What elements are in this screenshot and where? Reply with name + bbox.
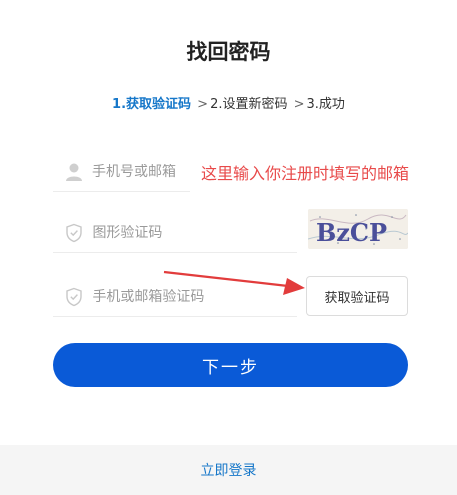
captcha-image[interactable]: BzCP — [308, 209, 408, 249]
captcha-field — [53, 213, 297, 253]
recover-password-page: 找回密码 1.获取验证码 >2.设置新密码 >3.成功 这里输入你注册时填写的邮… — [0, 0, 457, 495]
shield-check-icon — [65, 286, 83, 308]
page-title: 找回密码 — [186, 40, 271, 64]
account-input[interactable] — [92, 163, 190, 180]
annotation-hint: 这里输入你注册时填写的邮箱 — [201, 164, 410, 183]
captcha-text: BzCP — [316, 218, 387, 247]
annotation-arrow — [163, 270, 305, 295]
footer: 立即登录 — [0, 445, 457, 495]
step-get-code: 1.获取验证码 — [112, 97, 192, 112]
step-set-password: 2.设置新密码 — [210, 97, 288, 112]
next-step-button[interactable]: 下一步 — [53, 343, 408, 387]
account-field — [53, 152, 190, 192]
step-separator: > — [197, 97, 209, 112]
step-separator: > — [293, 97, 305, 112]
step-success: 3.成功 — [306, 97, 345, 112]
step-indicator: 1.获取验证码 >2.设置新密码 >3.成功 — [0, 93, 457, 112]
get-code-button[interactable]: 获取验证码 — [306, 276, 408, 316]
user-icon — [65, 161, 83, 183]
shield-check-icon — [65, 222, 83, 244]
login-link[interactable]: 立即登录 — [201, 460, 257, 480]
captcha-input[interactable] — [92, 224, 297, 241]
